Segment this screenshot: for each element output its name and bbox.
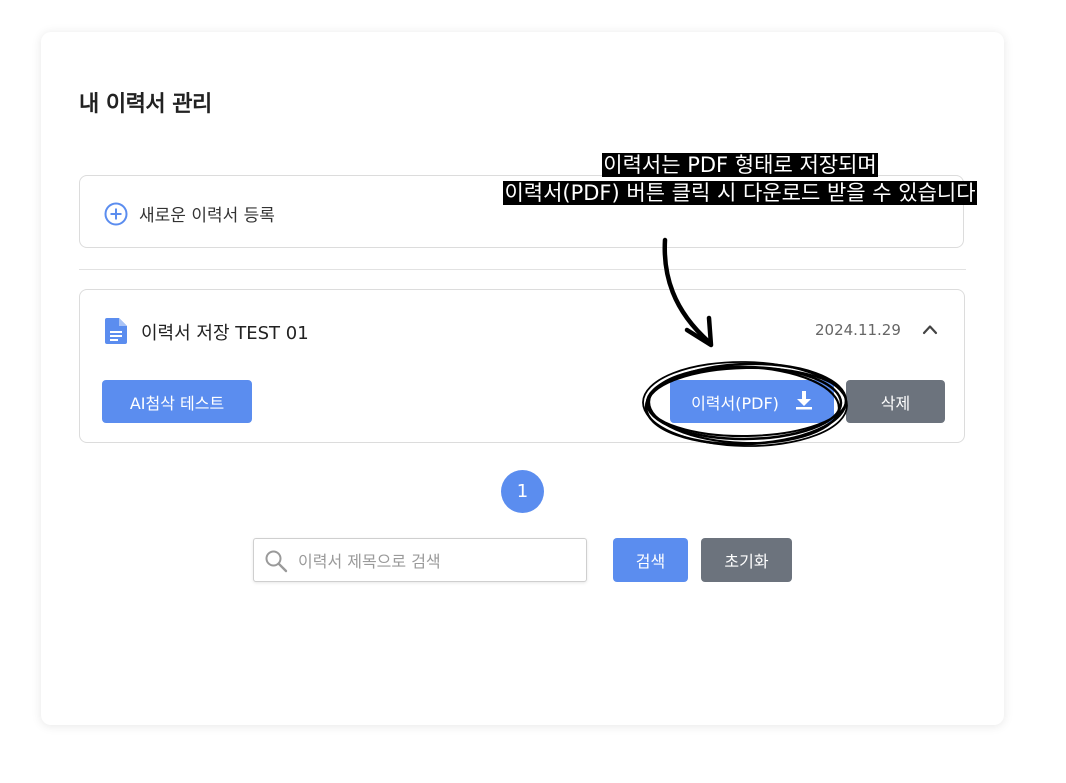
page-title: 내 이력서 관리 — [79, 92, 212, 117]
pdf-button-label: 이력서(PDF) — [691, 393, 779, 413]
ai-edit-button[interactable]: AI첨삭 테스트 — [102, 380, 252, 423]
search-input[interactable] — [296, 545, 580, 577]
resume-title: 이력서 저장 TEST 01 — [141, 323, 309, 344]
pagination-page-1[interactable]: 1 — [501, 470, 544, 513]
section-divider — [79, 269, 966, 270]
annotation-line-2: 이력서(PDF) 버튼 클릭 시 다운로드 받을 수 있습니다 — [503, 181, 977, 205]
search-button[interactable]: 검색 — [613, 538, 688, 582]
annotation-text: 이력서는 PDF 형태로 저장되며 이력서(PDF) 버튼 클릭 시 다운로드 … — [440, 151, 1040, 207]
download-icon — [795, 390, 813, 414]
annotation-line-1: 이력서는 PDF 형태로 저장되며 — [602, 153, 878, 177]
chevron-up-icon[interactable] — [921, 321, 939, 343]
reset-button[interactable]: 초기화 — [701, 538, 792, 582]
search-icon — [264, 549, 288, 577]
resume-item: 이력서 저장 TEST 01 2024.11.29 AI첨삭 테스트 이력서(P… — [79, 289, 965, 443]
delete-button[interactable]: 삭제 — [846, 380, 945, 423]
pdf-download-button[interactable]: 이력서(PDF) — [670, 380, 834, 423]
resume-date: 2024.11.29 — [815, 321, 901, 339]
new-resume-label: 새로운 이력서 등록 — [139, 206, 275, 226]
plus-circle-icon — [104, 202, 128, 230]
search-box — [253, 538, 587, 582]
document-icon — [105, 318, 127, 348]
